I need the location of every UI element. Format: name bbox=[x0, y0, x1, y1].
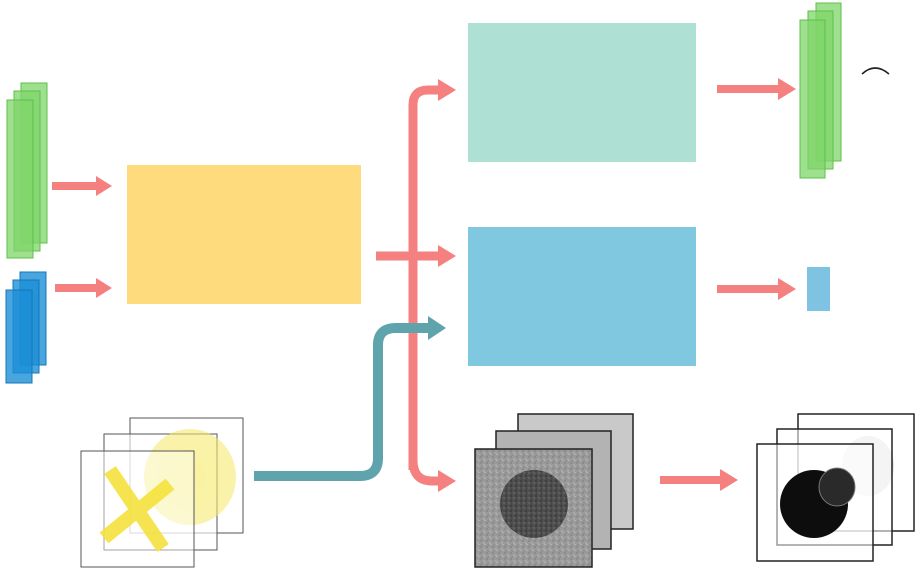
encoder-block bbox=[127, 165, 361, 304]
input-green-stack bbox=[6, 82, 48, 259]
branch-trunk bbox=[408, 85, 440, 470]
branch-arrows bbox=[376, 85, 440, 486]
arrowhead-bottom bbox=[438, 470, 456, 492]
architecture-diagram bbox=[0, 0, 917, 570]
output-green-stack bbox=[799, 2, 842, 179]
middle-head-block bbox=[468, 227, 696, 366]
gray-image-stack bbox=[474, 413, 634, 568]
arrow-middle-to-output bbox=[717, 278, 796, 300]
mask-secondary-blob bbox=[818, 467, 856, 507]
gray-blob bbox=[500, 470, 568, 538]
upper-head-block bbox=[468, 23, 696, 162]
arrow-blue-to-encoder bbox=[55, 278, 112, 298]
branch-bottom bbox=[408, 459, 440, 486]
arrow-gray-to-mask bbox=[660, 469, 738, 491]
hat-arc-glyph bbox=[861, 67, 890, 75]
arrow-green-to-encoder bbox=[52, 176, 112, 196]
input-blue-stack bbox=[5, 271, 47, 384]
mask-stack bbox=[756, 413, 915, 562]
arrowhead-teal bbox=[428, 316, 446, 340]
arrowhead-middle-head bbox=[438, 245, 456, 267]
input-image-stack bbox=[80, 417, 244, 568]
output-blue-bar bbox=[807, 267, 830, 311]
arrowhead-upper-head bbox=[438, 79, 456, 101]
arrow-image-to-middle-head bbox=[254, 323, 430, 481]
out-green-layer-front bbox=[799, 19, 826, 179]
arrow-upper-to-output bbox=[717, 78, 796, 100]
blue-layer-front bbox=[5, 289, 33, 384]
green-layer-front bbox=[6, 99, 34, 259]
